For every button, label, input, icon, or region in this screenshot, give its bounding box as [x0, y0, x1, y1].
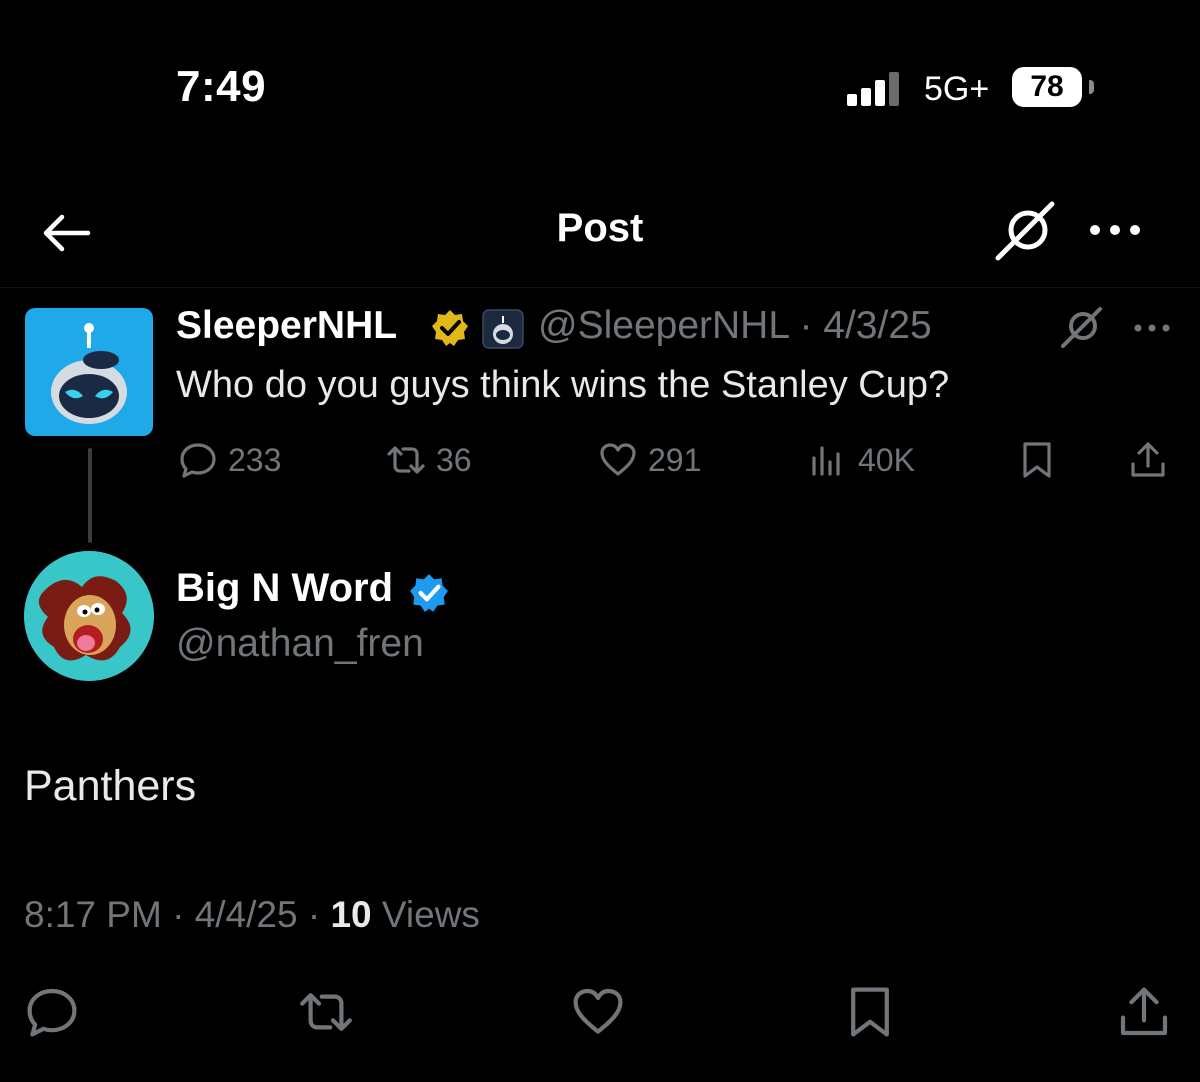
post-meta: @SleeperNHL · 4/3/25 — [538, 304, 932, 348]
post-text: Panthers — [24, 762, 197, 810]
blue-verified-icon — [408, 572, 450, 614]
meta-separator: · — [172, 894, 185, 935]
battery-cap — [1089, 80, 1094, 94]
like-icon — [600, 443, 636, 476]
reply-button[interactable]: 233 — [178, 440, 281, 480]
grok-button[interactable] — [1060, 305, 1104, 349]
thread-line — [88, 448, 92, 543]
share-button[interactable] — [1128, 440, 1168, 480]
bookmark-icon — [1023, 442, 1051, 478]
post-date[interactable]: 4/3/25 — [823, 304, 931, 347]
views-count: 40K — [858, 441, 915, 478]
repost-button[interactable] — [298, 984, 354, 1040]
meta-separator: · — [799, 304, 813, 347]
reply-count: 233 — [228, 441, 282, 478]
reply-icon — [27, 988, 77, 1037]
header-divider — [0, 287, 1200, 288]
post-date[interactable]: 4/4/25 — [195, 894, 298, 935]
reply-icon — [180, 443, 216, 478]
post-text: Who do you guys think wins the Stanley C… — [176, 364, 950, 406]
share-button[interactable] — [1116, 984, 1172, 1040]
share-icon — [1120, 987, 1168, 1036]
post-meta: 8:17 PM · 4/4/25 · 10 Views — [24, 894, 480, 936]
author-handle[interactable]: @SleeperNHL — [538, 304, 789, 347]
status-time: 7:49 — [176, 62, 267, 111]
like-count: 291 — [648, 441, 702, 478]
avatar[interactable] — [24, 551, 154, 681]
author-handle[interactable]: @nathan_fren — [176, 622, 424, 666]
author-name[interactable]: Big N Word — [176, 566, 393, 611]
grok-icon — [995, 201, 1055, 261]
views-count[interactable]: 10 — [330, 894, 371, 935]
more-icon — [1134, 324, 1170, 332]
more-button[interactable] — [1087, 220, 1143, 240]
battery-level: 78 — [1030, 70, 1064, 103]
grok-icon — [1061, 307, 1102, 348]
more-button[interactable] — [1132, 320, 1172, 336]
bookmark-button[interactable] — [1017, 440, 1057, 480]
repost-count: 36 — [436, 441, 472, 478]
network-type: 5G+ — [924, 70, 990, 108]
more-icon — [1090, 225, 1140, 235]
like-icon — [573, 988, 623, 1034]
sleeper-logo-icon — [51, 323, 127, 424]
sleeper-affiliate-icon[interactable] — [482, 309, 524, 349]
repost-icon — [300, 993, 352, 1031]
avatar[interactable] — [25, 308, 153, 436]
meta-separator: · — [307, 894, 321, 935]
grok-button[interactable] — [994, 198, 1060, 264]
signal-bars-icon — [847, 72, 905, 106]
views-label[interactable]: Views — [382, 894, 480, 935]
bookmark-button[interactable] — [842, 984, 898, 1040]
author-name[interactable]: SleeperNHL — [176, 304, 397, 348]
gold-verified-icon — [430, 308, 470, 348]
battery-icon: 78 — [1012, 67, 1082, 107]
repost-button[interactable]: 36 — [386, 440, 472, 480]
like-button[interactable] — [570, 984, 626, 1040]
views-icon — [812, 446, 840, 476]
like-button[interactable]: 291 — [598, 440, 701, 480]
post-time[interactable]: 8:17 PM — [24, 894, 162, 935]
taz-avatar-icon — [24, 551, 154, 681]
reply-button[interactable] — [24, 984, 80, 1040]
share-icon — [1131, 442, 1165, 477]
views-button[interactable]: 40K — [808, 440, 915, 480]
bookmark-icon — [851, 987, 889, 1037]
repost-icon — [387, 446, 425, 474]
